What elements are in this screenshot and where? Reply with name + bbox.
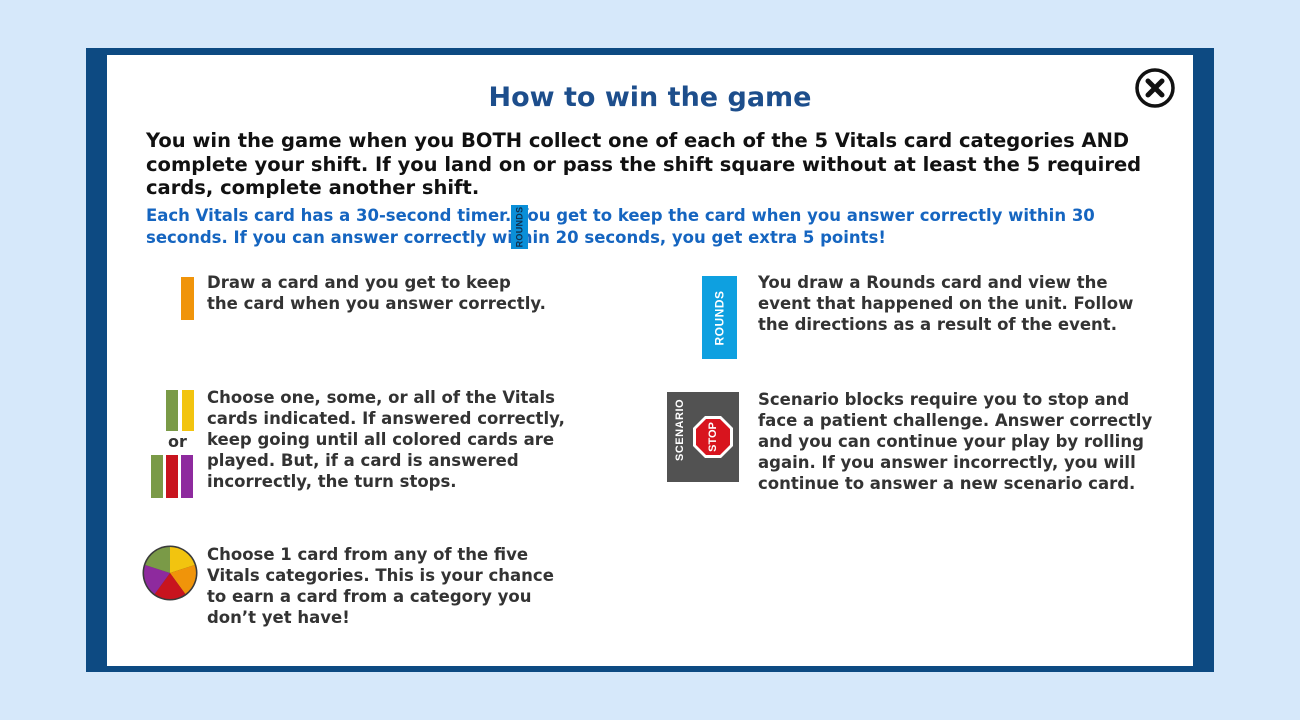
green-card-icon bbox=[166, 390, 178, 431]
rounds-card-label: ROUNDS bbox=[712, 289, 727, 346]
yellow-card-icon bbox=[182, 390, 194, 431]
red-card-icon bbox=[166, 455, 178, 498]
category-wheel-icon bbox=[142, 545, 198, 601]
scenario-label: SCENARIO bbox=[674, 398, 686, 461]
stop-label: STOP bbox=[707, 422, 719, 452]
rounds-rule: You draw a Rounds card and view the even… bbox=[758, 273, 1134, 334]
rounds-mini-label: ROUNDS bbox=[514, 206, 525, 248]
rounds-card-mini-icon: ROUNDS bbox=[511, 205, 528, 249]
green-card-icon bbox=[151, 455, 163, 498]
orange-card-icon bbox=[181, 277, 194, 320]
scenario-rule: Scenario blocks require you to stop and … bbox=[758, 390, 1153, 493]
wheel-rule: Choose 1 card from any of the five Vital… bbox=[207, 545, 554, 627]
stop-sign-icon: STOP bbox=[693, 416, 733, 458]
scenario-block-icon: SCENARIO STOP bbox=[667, 392, 739, 482]
draw-card-rule: Draw a card and you get to keep the card… bbox=[207, 273, 546, 313]
timer-note-text: Each Vitals card has a 30-second timer. … bbox=[146, 206, 1095, 247]
dialog-title: How to win the game bbox=[488, 82, 812, 113]
or-label: or bbox=[168, 432, 187, 451]
rounds-card-icon: ROUNDS bbox=[702, 276, 737, 359]
win-condition-text: You win the game when you BOTH collect o… bbox=[146, 129, 1142, 199]
choose-cards-rule: Choose one, some, or all of the Vitals c… bbox=[207, 388, 565, 491]
purple-card-icon bbox=[181, 455, 193, 498]
